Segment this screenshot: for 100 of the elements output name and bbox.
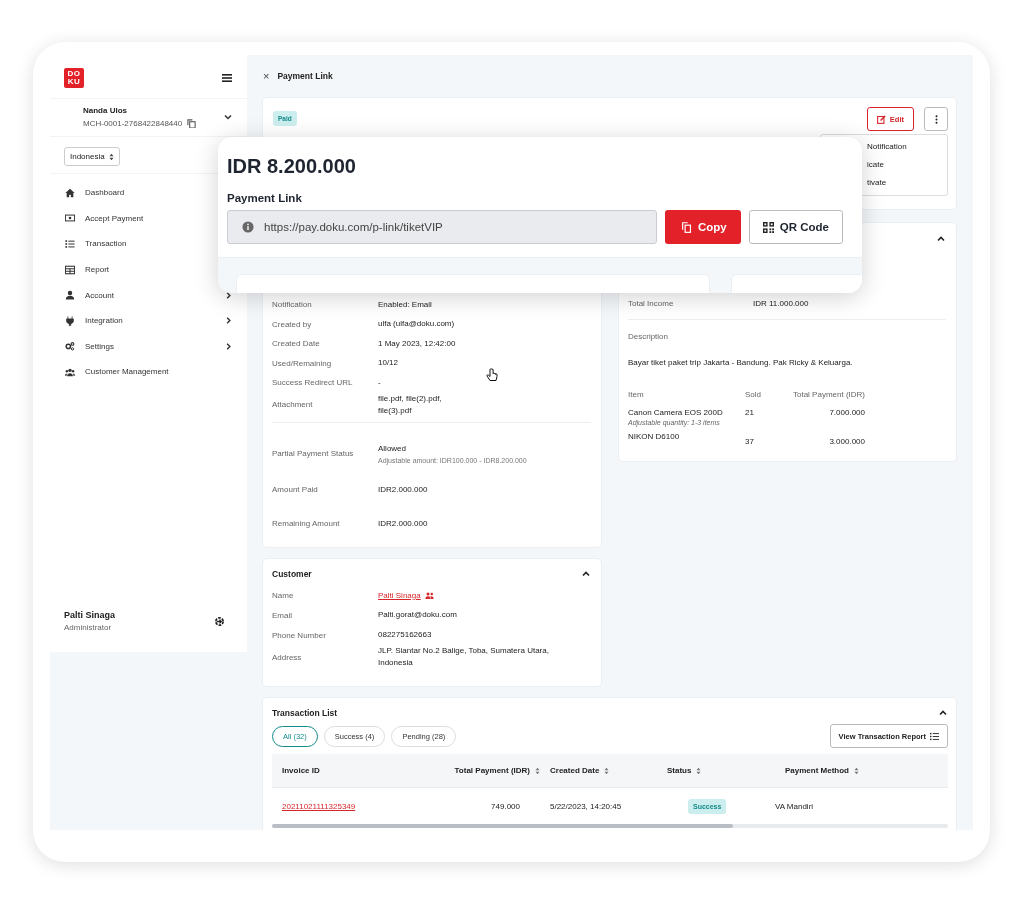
column-header[interactable]: Created Date bbox=[540, 766, 657, 775]
table-cell-text: NIKON D6100 bbox=[628, 431, 681, 441]
qr-code-button[interactable]: QR Code bbox=[748, 210, 843, 244]
merchant-id: MCH-0001-2768422848440 bbox=[83, 119, 183, 128]
field-label: Partial Payment Status bbox=[272, 449, 355, 458]
more-icon bbox=[934, 114, 938, 124]
field-label: Amount Paid bbox=[272, 485, 319, 494]
field-value: IDR2.000.000 bbox=[378, 517, 429, 530]
field-label: Attachment bbox=[272, 400, 314, 409]
chevron-right-icon bbox=[224, 341, 233, 351]
field-value: Palti.gorat@doku.com bbox=[378, 609, 458, 621]
scrollbar[interactable] bbox=[272, 824, 948, 828]
field-label: Email bbox=[272, 610, 293, 620]
field-value: file.pdf, file(2).pdf, file(3).pdf bbox=[378, 392, 443, 417]
page-title: Payment Link bbox=[277, 71, 333, 81]
field-value: 1 May 2023, 12:42:00 bbox=[378, 337, 457, 350]
banknote-icon bbox=[65, 213, 75, 224]
field-label: Remaining Amount bbox=[272, 519, 341, 528]
field-value: 10/12 bbox=[378, 357, 400, 370]
country-select[interactable]: Indonesia bbox=[64, 147, 120, 166]
field-label: Payment Link bbox=[227, 192, 303, 204]
amount-text: IDR 8.200.000 bbox=[227, 155, 357, 178]
field-value: ulfa (ulfa@doku.com) bbox=[378, 318, 456, 331]
table-cell-text: 3.000.000 bbox=[828, 436, 865, 446]
field-label: Notification bbox=[272, 300, 313, 310]
field-label: Created by bbox=[272, 319, 313, 329]
column-header: Total Payment (IDR) bbox=[791, 389, 865, 399]
field-label: Description bbox=[628, 331, 669, 341]
chevron-icon[interactable] bbox=[938, 708, 948, 718]
field-label: Phone Number bbox=[272, 630, 327, 640]
table-cell-text: VA Mandiri bbox=[775, 801, 815, 811]
card-title: Transaction List bbox=[272, 708, 338, 718]
close-button[interactable]: × bbox=[263, 70, 270, 82]
copy-button[interactable]: Copy bbox=[665, 210, 741, 244]
nav-item[interactable]: Customer Management bbox=[50, 359, 247, 385]
field-value: JLP. Siantar No.2 Balige, Toba, Sumatera Utara, Indonesia bbox=[378, 645, 550, 669]
home-icon bbox=[65, 187, 75, 198]
logo: DOKU bbox=[64, 68, 84, 88]
list-icon bbox=[930, 731, 939, 741]
field-label: Name bbox=[272, 590, 295, 600]
sort-icon bbox=[535, 766, 540, 775]
nav-item[interactable]: Integration bbox=[50, 307, 247, 334]
column-header[interactable]: Invoice ID bbox=[272, 766, 422, 775]
sort-icon bbox=[854, 766, 859, 775]
chevron-icon[interactable] bbox=[581, 569, 591, 579]
description-text: Bayar tiket paket trip Jakarta - Bandung. Pak Ricky & Keluarga. bbox=[628, 357, 854, 367]
field-value: IDR2.000.000 bbox=[378, 483, 429, 496]
gears-icon bbox=[65, 341, 75, 352]
column-header[interactable]: Payment Method bbox=[775, 766, 948, 775]
invoice-link[interactable]: 20211021111325349 bbox=[272, 801, 422, 811]
link-field[interactable]: https://pay.doku.com/p-link/tiketVIP bbox=[227, 210, 657, 244]
card-title: Customer bbox=[272, 569, 312, 579]
users-icon bbox=[424, 590, 434, 600]
column-header: Sold bbox=[745, 389, 762, 399]
field-value: Enabled: Email bbox=[378, 298, 433, 311]
field-value: Allowed bbox=[378, 443, 407, 455]
table-cell-text: 5/22/2023, 14:20:45 bbox=[549, 801, 623, 811]
sort-icon bbox=[604, 766, 610, 775]
chevron-icon[interactable] bbox=[936, 234, 946, 244]
qr-code-icon bbox=[762, 221, 774, 233]
field-label: Address bbox=[272, 652, 303, 662]
nav-item[interactable]: Settings bbox=[50, 333, 247, 360]
people-icon bbox=[65, 366, 75, 377]
chevron-right-icon bbox=[224, 316, 233, 326]
user-name: Palti Sinaga bbox=[64, 610, 116, 620]
copy-icon[interactable] bbox=[187, 119, 197, 128]
person-icon bbox=[65, 290, 75, 301]
field-label: Used/Remaining bbox=[272, 358, 333, 368]
pointer-hand-icon bbox=[486, 368, 498, 382]
copy-icon bbox=[681, 221, 692, 233]
table-cell-text: 7.000.000 bbox=[828, 407, 865, 419]
list-icon bbox=[65, 239, 75, 249]
field-value: 082275162663 bbox=[378, 629, 433, 641]
merchant-name: Nanda Ulos bbox=[83, 106, 128, 115]
column-header[interactable]: Total Payment (IDR) bbox=[422, 766, 540, 775]
table-cell-text: Canon Camera EOS 200D bbox=[628, 407, 724, 417]
column-header[interactable]: Status bbox=[657, 766, 775, 775]
nav-item[interactable]: Report bbox=[50, 256, 247, 283]
plug-icon bbox=[65, 315, 75, 326]
field-label: Total Income bbox=[628, 299, 675, 309]
table-cell-text: 749.000 bbox=[490, 801, 521, 811]
user-role: Administrator bbox=[64, 623, 113, 632]
column-header: Item bbox=[628, 389, 645, 399]
chevron-icon[interactable] bbox=[223, 112, 233, 122]
menu-icon[interactable] bbox=[221, 72, 233, 84]
chevron-right-icon bbox=[224, 290, 233, 300]
sort-arrows-icon bbox=[108, 152, 114, 161]
field-value: IDR 11.000.000 bbox=[753, 297, 810, 310]
nav-item[interactable]: Account bbox=[50, 282, 247, 308]
sort-icon bbox=[696, 766, 702, 775]
info-icon bbox=[242, 221, 254, 233]
table-cell-text: 37 bbox=[745, 436, 755, 446]
table-cell-text: 21 bbox=[745, 407, 755, 419]
field-label: Created Date bbox=[272, 339, 321, 349]
table-icon bbox=[65, 264, 75, 275]
logout-icon[interactable] bbox=[214, 615, 225, 627]
field-value: - bbox=[378, 376, 382, 389]
customer-link[interactable]: Palti Sinaga bbox=[378, 590, 421, 600]
field-label: Success Redirect URL bbox=[272, 378, 354, 388]
edit-icon bbox=[876, 114, 886, 124]
